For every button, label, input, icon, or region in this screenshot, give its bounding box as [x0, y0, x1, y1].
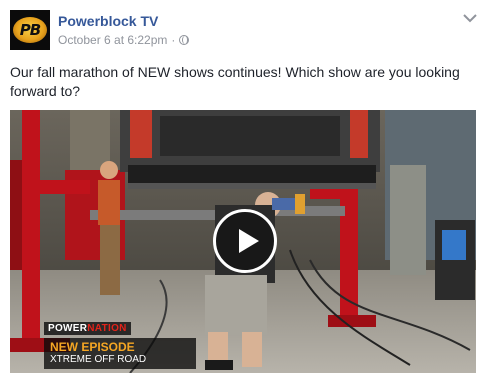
- page-avatar[interactable]: PB: [10, 10, 50, 50]
- play-icon: [239, 229, 259, 253]
- meta-separator: ·: [171, 33, 176, 47]
- brand-power: POWER: [48, 323, 88, 334]
- episode-title: NEW EPISODE: [50, 340, 135, 354]
- globe-icon[interactable]: [179, 35, 190, 45]
- post-message: Our fall marathon of NEW shows continues…: [10, 64, 460, 99]
- chevron-down-icon[interactable]: [462, 12, 478, 24]
- brand-nation: NATION: [87, 323, 127, 334]
- page-name-link[interactable]: Powerblock TV: [58, 13, 158, 29]
- facebook-post: PB Powerblock TV October 6 at 6:22pm · O…: [0, 0, 486, 380]
- avatar-logo-text: PB: [19, 21, 41, 39]
- episode-info-box: NEW EPISODE XTREME OFF ROAD: [44, 338, 196, 369]
- play-button[interactable]: [213, 209, 277, 273]
- post-meta: October 6 at 6:22pm ·: [58, 33, 190, 47]
- powernation-logo: POWERNATION: [44, 322, 131, 335]
- post-timestamp[interactable]: October 6 at 6:22pm: [58, 33, 167, 47]
- show-name: XTREME OFF ROAD: [50, 354, 147, 365]
- episode-lower-third: POWERNATION NEW EPISODE XTREME OFF ROAD: [44, 318, 196, 369]
- video-player[interactable]: POWERNATION NEW EPISODE XTREME OFF ROAD: [10, 110, 476, 373]
